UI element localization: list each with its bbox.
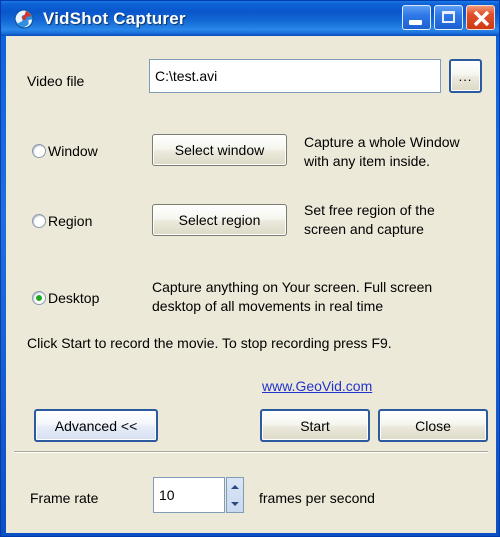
mode-description-window: Capture a whole Window with any item ins… xyxy=(304,133,460,171)
radio-indicator-region[interactable] xyxy=(32,214,46,228)
mode-description-desktop-line2: desktop of all movements in real time xyxy=(152,298,384,314)
minimize-button[interactable] xyxy=(402,5,431,30)
section-divider xyxy=(14,451,488,453)
mode-description-region-line2: screen and capture xyxy=(304,221,424,237)
app-window: VidShot Capturer Video file ... Window S… xyxy=(0,0,500,537)
geovid-link[interactable]: www.GeoVid.com xyxy=(262,378,372,394)
advanced-button[interactable]: Advanced << xyxy=(34,409,158,442)
title-bar: VidShot Capturer xyxy=(1,1,499,36)
frame-rate-label: Frame rate xyxy=(30,490,99,506)
video-file-input[interactable] xyxy=(149,59,441,93)
frame-rate-unit-label: frames per second xyxy=(259,490,375,506)
client-area: Video file ... Window Select window Capt… xyxy=(6,36,496,533)
mode-description-region-line1: Set free region of the xyxy=(304,202,435,218)
close-icon xyxy=(473,10,490,27)
frame-rate-input[interactable] xyxy=(153,477,225,513)
select-region-button[interactable]: Select region xyxy=(152,204,287,236)
radio-indicator-window[interactable] xyxy=(32,144,46,158)
mode-radio-window[interactable]: Window xyxy=(32,143,98,159)
window-controls xyxy=(402,5,495,30)
mode-label-region: Region xyxy=(48,213,93,229)
mode-radio-desktop[interactable]: Desktop xyxy=(32,290,99,306)
mode-description-region: Set free region of the screen and captur… xyxy=(304,201,435,239)
browse-button[interactable]: ... xyxy=(449,59,482,93)
close-window-button[interactable] xyxy=(466,5,495,30)
stepper-down-button[interactable] xyxy=(227,495,243,512)
frame-rate-stepper[interactable] xyxy=(226,477,244,513)
mode-description-desktop: Capture anything on Your screen. Full sc… xyxy=(152,278,432,316)
video-file-label: Video file xyxy=(27,73,85,89)
start-button[interactable]: Start xyxy=(260,409,370,442)
window-title: VidShot Capturer xyxy=(43,9,186,28)
close-button[interactable]: Close xyxy=(378,409,488,442)
mode-label-desktop: Desktop xyxy=(48,290,100,306)
globe-icon xyxy=(13,8,35,30)
chevron-down-icon xyxy=(231,501,239,506)
radio-indicator-desktop[interactable] xyxy=(32,291,46,305)
chevron-up-icon xyxy=(231,484,239,489)
stepper-up-button[interactable] xyxy=(227,478,243,495)
select-window-button[interactable]: Select window xyxy=(152,134,287,166)
mode-radio-region[interactable]: Region xyxy=(32,213,92,229)
mode-description-desktop-line1: Capture anything on Your screen. Full sc… xyxy=(152,279,433,295)
maximize-button[interactable] xyxy=(434,5,463,30)
mode-description-window-line1: Capture a whole Window xyxy=(304,134,460,150)
instruction-text: Click Start to record the movie. To stop… xyxy=(27,335,392,351)
mode-label-window: Window xyxy=(48,143,98,159)
mode-description-window-line2: with any item inside. xyxy=(304,153,431,169)
